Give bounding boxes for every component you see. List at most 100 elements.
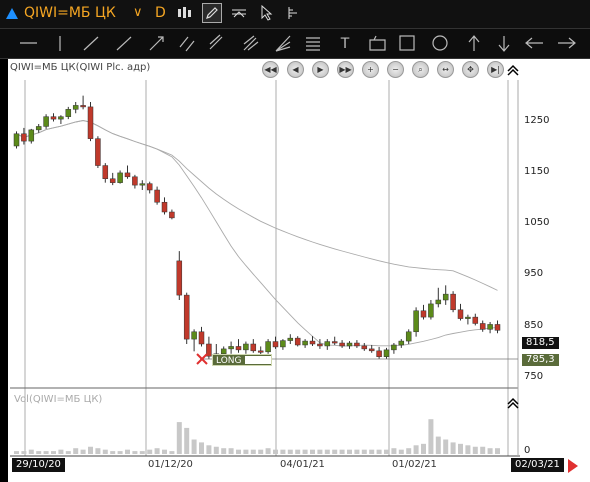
candle [442,293,449,301]
volume-bar [347,449,352,454]
candle [183,294,190,340]
scroll-forward-button[interactable]: ▶ [312,61,329,78]
y-tick: 1150 [524,166,550,177]
candle [450,293,456,311]
volume-bar [36,451,42,454]
volume-bar [243,449,249,454]
candle [465,316,471,319]
volume-bar [139,451,145,454]
volume-bar [361,449,367,454]
volume-bar [472,446,478,454]
go-end-button[interactable]: ▶| [487,61,504,78]
candle [405,331,412,342]
candle [235,346,242,351]
candle [294,337,301,346]
candle [309,340,316,345]
volume-bar [324,449,330,454]
zoom-out-button[interactable]: − [387,61,404,78]
candle [487,324,493,330]
candle [383,349,390,357]
candle [117,172,123,183]
candle [35,126,42,131]
x-axis-end-arrow [568,459,578,473]
volume-bar [310,449,315,454]
volume-bar [43,451,49,454]
volume-bar [339,449,345,454]
candle [124,172,131,178]
candle [161,201,168,213]
candle [176,260,183,296]
volume-bar [58,449,64,454]
last-price-badge: 818,5 [522,337,559,349]
fit-both-button[interactable]: ✥ [462,61,479,78]
candle [72,105,79,110]
fit-horizontal-button[interactable]: ↔ [437,61,454,78]
volume-bar [51,451,56,454]
volume-bar [265,448,271,454]
volume-bar [162,449,167,454]
volume-bar [250,449,256,454]
volume-bar [273,449,278,454]
volume-bar [421,443,426,454]
candle [109,178,116,183]
volume-bar [95,448,101,454]
volume-bar [236,449,241,454]
candle [398,340,405,346]
candle [95,138,101,166]
volume-bar [295,449,301,454]
candle [132,176,138,186]
candle [376,350,382,357]
long-order-label[interactable]: LONG [212,354,272,366]
volume-bar [169,451,175,454]
candle [257,350,264,353]
scroll-back-button[interactable]: ◀ [287,61,304,78]
scroll-first-button[interactable]: ◀◀ [262,61,279,78]
volume-bar [398,449,404,454]
y-tick: 750 [524,371,544,382]
volume-bar [80,449,86,454]
y-tick: 1250 [524,115,550,126]
candle [420,310,427,318]
candle [146,183,153,191]
volume-bar [317,449,323,454]
zoom-search-button[interactable]: ⌕ [412,61,429,78]
scroll-last-button[interactable]: ▶▶ [337,61,354,78]
candle [361,345,368,350]
candle [228,346,234,350]
volume-bar [191,439,197,454]
candle [428,303,434,318]
candle [287,337,294,341]
candle [302,340,308,346]
volume-bar [443,439,449,454]
candle [494,324,501,331]
ma-line-slow [16,120,498,291]
volume-bar [206,445,212,454]
volume-bar [480,446,486,454]
candle [368,348,375,352]
candle [102,165,109,180]
candle [28,129,35,142]
candle [191,331,197,340]
candle [413,310,419,333]
volume-bar [391,448,397,454]
volume-bar [465,445,471,454]
volume-bar [384,449,389,454]
y-tick: 950 [524,268,544,279]
candle [324,341,331,347]
zoom-in-button[interactable]: + [362,61,379,78]
volume-tick: 0 [524,445,531,456]
volume-bar [280,449,286,454]
volume-title: Vol(QIWI=МБ ЦК) [14,394,103,405]
candle [43,116,49,127]
candle [169,211,175,219]
volume-bar [435,436,441,454]
volume-bar [369,449,375,454]
volume-bar [184,427,190,454]
candle [50,116,57,120]
volume-bar [287,449,293,454]
x-label-end: 02/03/21 [511,458,564,472]
volume-bar [154,448,160,454]
candle [317,343,323,347]
volume-bar [73,448,79,454]
candle [280,340,286,348]
